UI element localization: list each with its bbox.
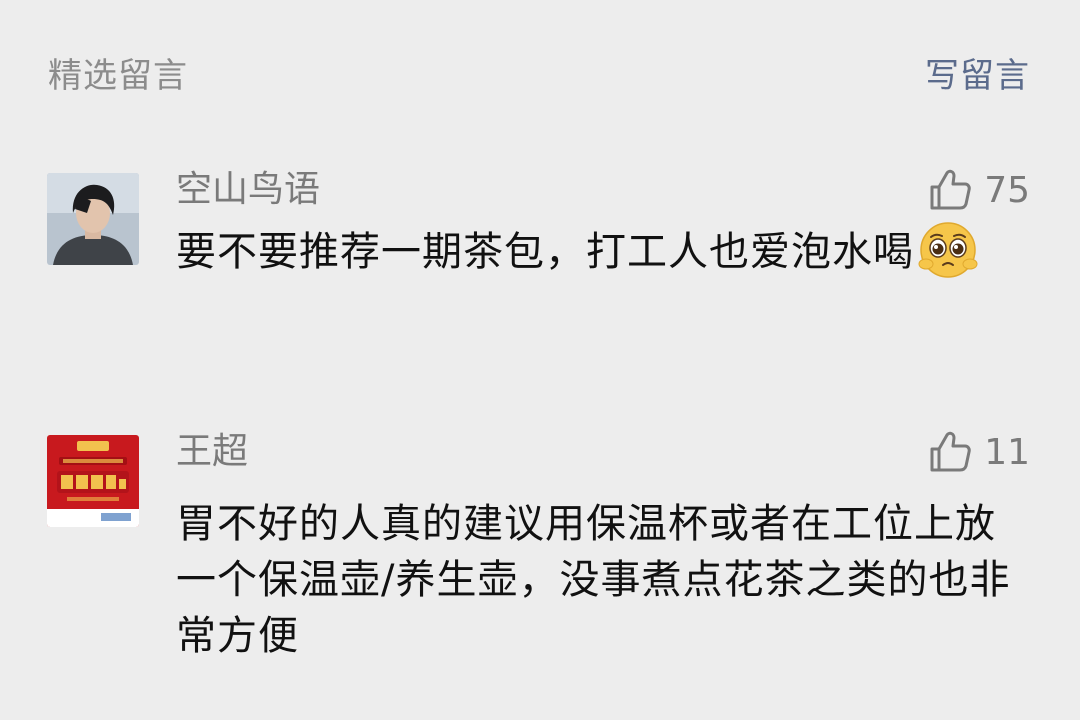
comment-text: 胃不好的人真的建议用保温杯或者在工位上放一个保温壶/养生壶，没事煮点花茶之类的也… bbox=[176, 501, 1011, 659]
avatar[interactable] bbox=[47, 435, 139, 527]
avatar-image bbox=[47, 435, 139, 527]
commenter-name[interactable]: 空山鸟语 bbox=[176, 168, 320, 212]
thumbs-up-icon bbox=[930, 169, 971, 210]
avatar[interactable] bbox=[47, 173, 139, 265]
comment-body: 要不要推荐一期茶包，打工人也爱泡水喝 bbox=[176, 229, 914, 275]
comments-header: 精选留言 写留言 bbox=[48, 42, 1030, 102]
like-count: 11 bbox=[984, 431, 1030, 473]
like-count: 75 bbox=[984, 169, 1030, 211]
avatar-photo bbox=[47, 173, 139, 265]
commenter-name[interactable]: 王超 bbox=[176, 430, 248, 474]
comment-text: 要不要推荐一期茶包，打工人也爱泡水喝 bbox=[176, 222, 1016, 284]
pleading-face-icon bbox=[918, 220, 978, 280]
thumbs-up-icon bbox=[930, 431, 971, 472]
write-comment-button[interactable]: 写留言 bbox=[925, 48, 1030, 97]
like-button[interactable]: 75 bbox=[928, 168, 1030, 212]
featured-comments-title: 精选留言 bbox=[48, 55, 188, 96]
like-button[interactable]: 11 bbox=[928, 430, 1030, 474]
